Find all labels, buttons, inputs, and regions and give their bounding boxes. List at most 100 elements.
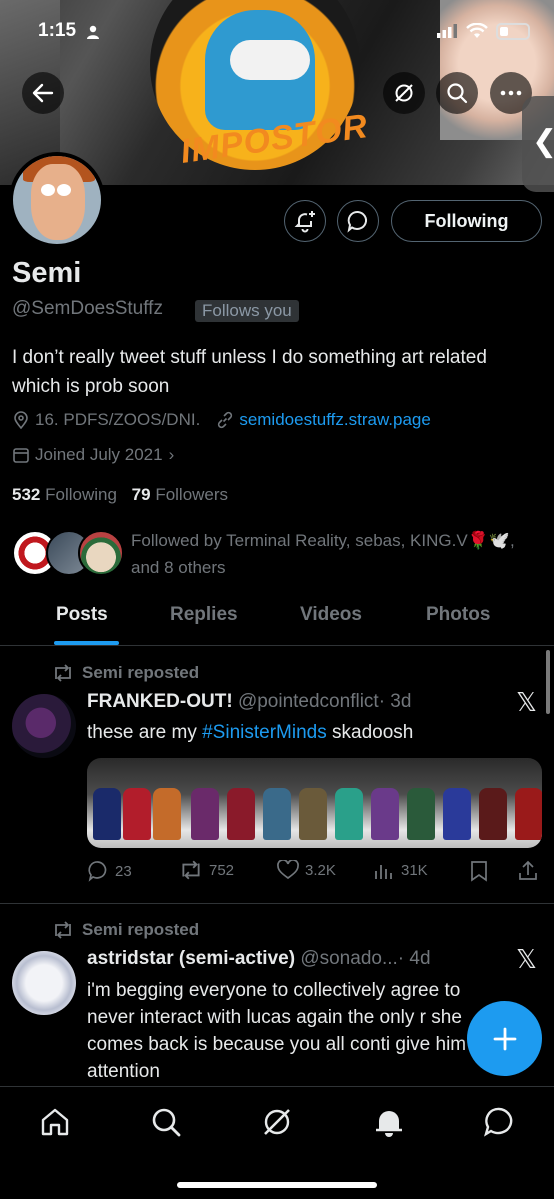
repost-icon — [55, 921, 71, 939]
grok-button[interactable] — [383, 72, 425, 114]
profile-bio: I don’t really tweet stuff unless I do s… — [12, 347, 487, 397]
like-button[interactable]: 3.2K — [277, 860, 336, 880]
post-header: FRANKED-OUT! @pointedconflict· 3d — [87, 691, 411, 713]
post-media-image[interactable] — [87, 758, 542, 848]
message-icon — [347, 210, 367, 233]
follow-counts: 532 Following 79 Followers — [12, 485, 228, 505]
post-author-handle[interactable]: @pointedconflict — [238, 691, 379, 712]
profile-joined-date: Joined July 2021 — [35, 445, 163, 464]
follower-avatar — [78, 530, 124, 576]
search-icon — [447, 83, 468, 104]
post-text-after: skadoosh — [326, 722, 414, 743]
home-icon[interactable] — [38, 1105, 72, 1139]
post-author-avatar[interactable] — [12, 694, 76, 758]
post-author-name[interactable]: astridstar (semi-active) — [87, 948, 295, 969]
person-icon — [87, 25, 99, 39]
followed-by-text[interactable]: Followed by Terminal Reality, sebas, KIN… — [131, 527, 531, 581]
cell-signal-icon — [437, 24, 457, 38]
following-count: 532 — [12, 485, 41, 504]
home-indicator[interactable] — [177, 1182, 377, 1188]
share-icon — [519, 860, 537, 880]
post-author-name[interactable]: FRANKED-OUT! — [87, 691, 233, 712]
repost-count: 752 — [209, 861, 235, 879]
grok-icon[interactable] — [260, 1105, 294, 1139]
post-text-before: these are my — [87, 722, 203, 743]
bookmark-button[interactable] — [469, 860, 495, 882]
chevron-right-icon: › — [168, 445, 175, 464]
status-time: 1:15 — [38, 20, 77, 41]
tab-photos[interactable]: Photos — [426, 604, 490, 626]
profile-tabs: Posts Replies Videos Photos — [0, 590, 554, 646]
repost-indicator: Semi reposted — [52, 920, 199, 940]
post-time: · 3d — [378, 691, 412, 712]
search-icon[interactable] — [149, 1105, 183, 1139]
search-button[interactable] — [436, 72, 478, 114]
following-count-link[interactable]: 532 Following — [12, 485, 117, 504]
tab-posts[interactable]: Posts — [56, 604, 108, 626]
more-icon — [500, 90, 522, 96]
followers-count-label: Followers — [155, 485, 229, 504]
followers-count-link[interactable]: 79 Followers — [132, 485, 228, 504]
views-button[interactable]: 31K — [373, 860, 428, 880]
scrollbar[interactable] — [546, 650, 550, 714]
post-time: · 4d — [397, 948, 431, 969]
share-button[interactable] — [517, 860, 545, 882]
x-logo-icon[interactable]: 𝕏 — [516, 688, 537, 718]
following-button[interactable]: Following — [391, 200, 542, 242]
following-count-label: Following — [45, 485, 117, 504]
repost-indicator: Semi reposted — [52, 663, 199, 683]
wifi-icon — [466, 23, 488, 38]
repost-button[interactable]: 752 — [179, 860, 234, 880]
link-icon — [218, 411, 233, 429]
location-pin-icon — [14, 411, 28, 429]
battery-icon — [496, 23, 530, 40]
post-author-avatar[interactable] — [12, 951, 76, 1015]
bell-plus-icon — [294, 211, 315, 233]
profile-handle: @SemDoesStuffz — [12, 298, 163, 319]
heart-icon — [277, 860, 299, 880]
no-grok-icon — [395, 84, 413, 102]
followers-count: 79 — [131, 485, 151, 504]
x-logo-icon[interactable]: 𝕏 — [516, 945, 537, 975]
repost-icon — [55, 664, 71, 682]
side-panel-handle[interactable]: ❮ — [522, 96, 554, 192]
post-header: astridstar (semi-active) @sonado...· 4d — [87, 948, 431, 970]
post-actions: 23 752 3.2K 31K — [87, 860, 542, 888]
reply-icon — [88, 861, 107, 882]
post-divider — [0, 903, 554, 904]
profile-meta-location-row: 16. PDFS/ZOOS/DNI. semidoestuffz.straw.p… — [12, 410, 431, 430]
message-button[interactable] — [337, 200, 379, 242]
messages-icon[interactable] — [482, 1105, 516, 1139]
profile-joined-row[interactable]: Joined July 2021 › — [12, 445, 174, 465]
follows-you-badge: Follows you — [195, 300, 299, 322]
reply-button[interactable]: 23 — [87, 860, 132, 882]
repost-icon — [182, 860, 200, 880]
repost-label: Semi reposted — [82, 663, 200, 682]
notify-button[interactable] — [284, 200, 326, 242]
profile-website-link[interactable]: semidoestuffz.straw.page — [239, 410, 431, 430]
followed-by-avatars[interactable] — [12, 530, 124, 578]
profile-location: 16. PDFS/ZOOS/DNI. — [35, 410, 201, 429]
repost-label: Semi reposted — [82, 920, 200, 939]
tab-videos[interactable]: Videos — [300, 604, 362, 626]
view-count: 31K — [401, 861, 428, 879]
tab-replies[interactable]: Replies — [170, 604, 238, 626]
like-count: 3.2K — [305, 861, 336, 879]
back-button[interactable] — [22, 72, 64, 114]
notifications-icon[interactable] — [372, 1105, 406, 1139]
post-text: these are my #SinisterMinds skadoosh — [87, 719, 507, 746]
status-bar: 1:15 — [0, 14, 554, 50]
active-tab-indicator — [54, 641, 119, 645]
views-icon — [375, 865, 392, 879]
post-author-handle[interactable]: @sonado... — [300, 948, 397, 969]
chevron-left-icon: ❮ — [532, 124, 554, 159]
back-arrow-icon — [32, 83, 54, 103]
plus-icon — [493, 1027, 516, 1050]
calendar-icon — [13, 448, 29, 463]
compose-button[interactable] — [467, 1001, 542, 1076]
profile-name: Semi — [12, 257, 82, 289]
reply-count: 23 — [115, 862, 132, 880]
avatar[interactable] — [9, 152, 105, 248]
post-text: i'm begging everyone to collectively agr… — [87, 980, 467, 1082]
post-hashtag[interactable]: #SinisterMinds — [202, 722, 327, 743]
